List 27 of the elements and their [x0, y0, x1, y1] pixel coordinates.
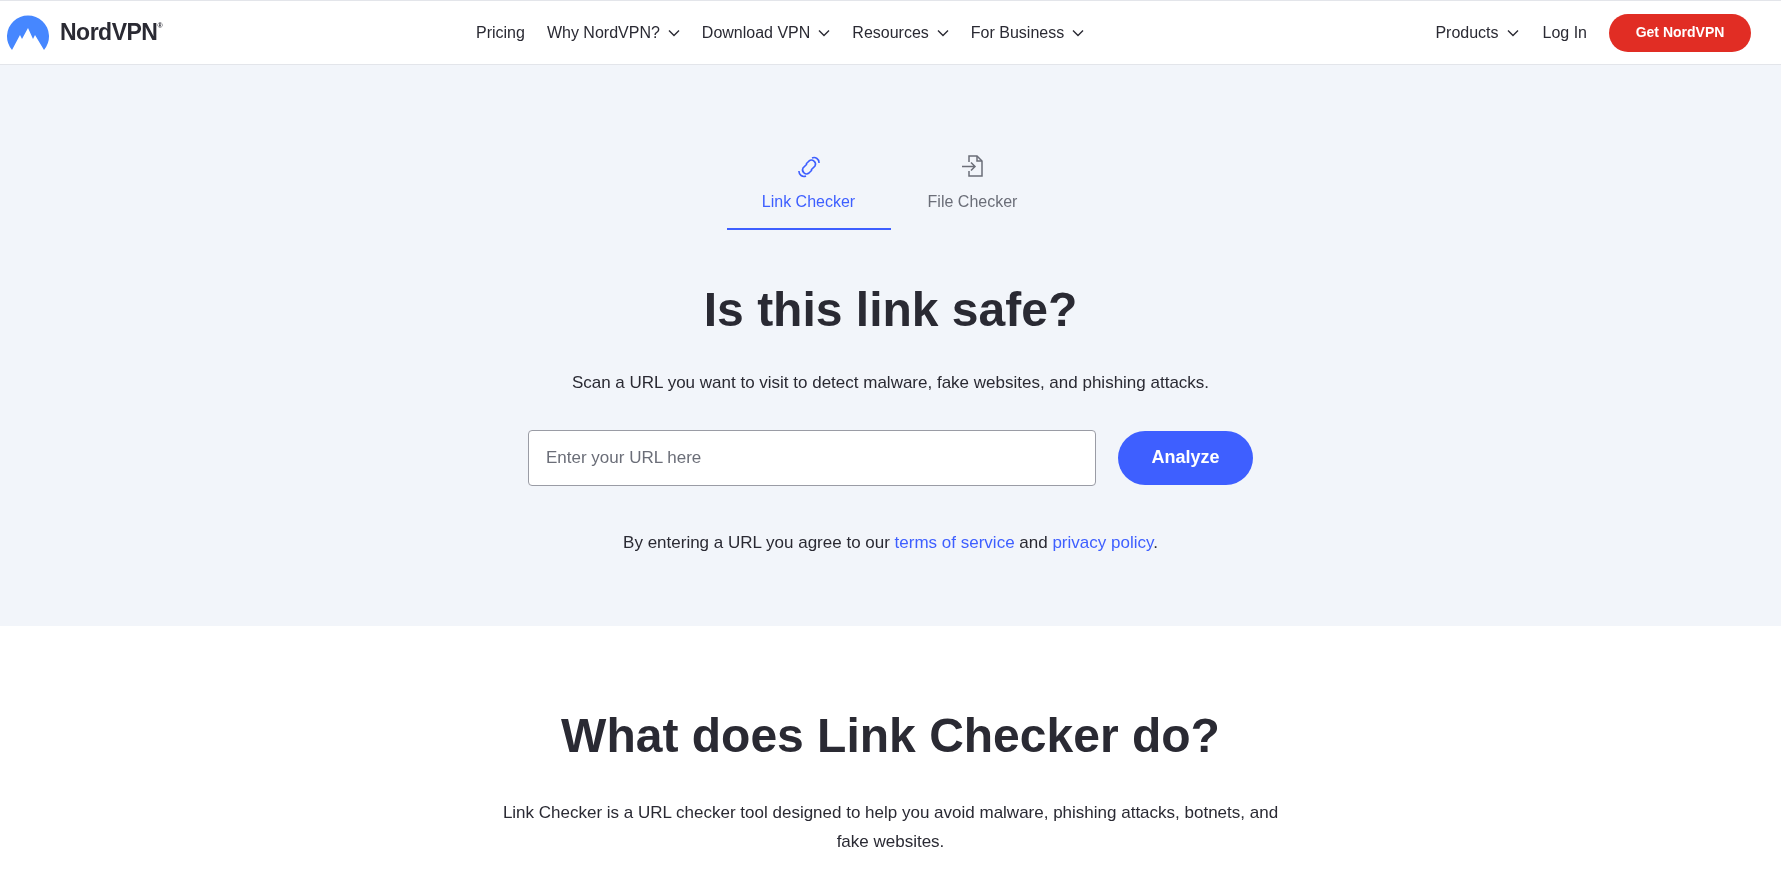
chevron-down-icon [1506, 28, 1519, 37]
hero-subtitle: Scan a URL you want to visit to detect malware, fake websites, and phishing attacks. [571, 372, 1210, 394]
chevron-down-icon [936, 28, 949, 37]
checker-tab[interactable]: File Checker [890, 155, 1055, 230]
analyze-button[interactable]: Analyze [1118, 430, 1253, 485]
checker-tab[interactable]: Link Checker [726, 155, 891, 230]
url-input-field[interactable]: Enter your URL here [528, 429, 1096, 486]
nav-dropdown[interactable]: Resources [852, 20, 949, 45]
nav-dropdown[interactable]: Why NordVPN? [546, 20, 680, 45]
section-heading: What does Link Checker do? [561, 708, 1220, 764]
get-nordvpn-button[interactable]: Get NordVPN [1609, 13, 1751, 52]
chevron-down-icon [818, 28, 831, 37]
file-import-icon [959, 154, 986, 178]
brand-name[interactable]: NordVPN$^{®}$ [60, 15, 163, 50]
nav-link[interactable]: Pricing [476, 20, 525, 45]
nav-dropdown[interactable]: For Business [970, 20, 1085, 45]
policy-link[interactable]: terms of service [894, 532, 1015, 552]
section-paragraph: Link Checker is a URL checker tool designed to help you avoid malware, phishing attacks, botnets, and fake websites. [501, 802, 1280, 853]
agreement-text: By entering a URL you agree to our terms of service and privacy policy. [623, 531, 1158, 554]
hero-heading: Is this link safe? [703, 282, 1078, 338]
nav-link[interactable]: Log In [1542, 20, 1587, 45]
logo-icon [6, 14, 50, 51]
nav-dropdown[interactable]: Download VPN [701, 20, 831, 45]
nav-dropdown[interactable]: Products [1435, 20, 1519, 45]
chevron-down-icon [1072, 28, 1085, 37]
chevron-down-icon [667, 28, 680, 37]
policy-link[interactable]: privacy policy [1052, 532, 1154, 552]
